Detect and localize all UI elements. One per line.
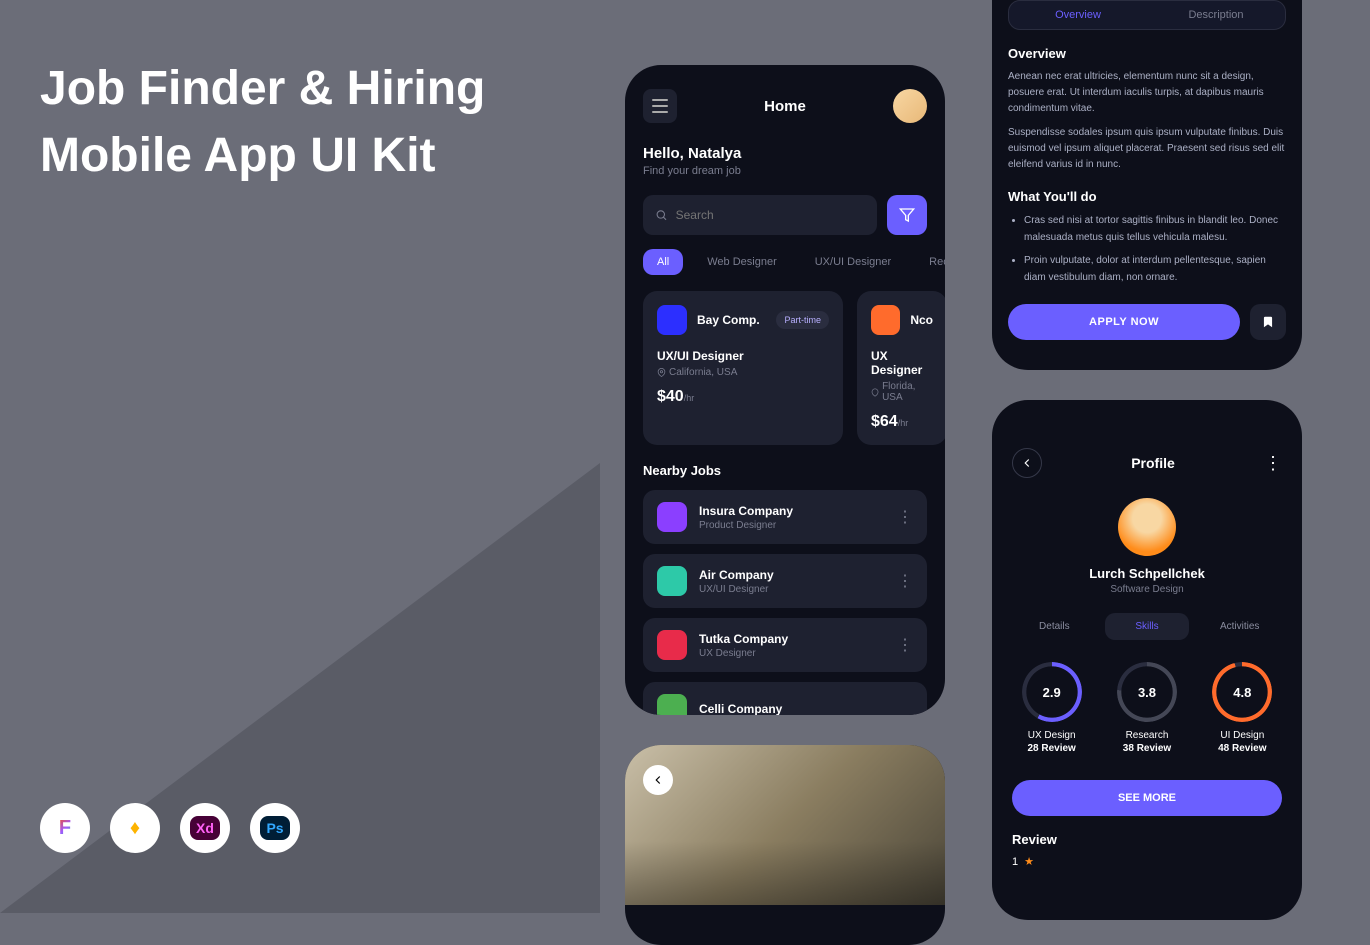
chip-uxui[interactable]: UX/UI Designer: [801, 249, 905, 275]
page-title: Profile: [1131, 455, 1175, 471]
figma-icon: F: [40, 803, 90, 853]
company-logo-icon: [657, 305, 687, 335]
job-list-item[interactable]: Tutka Company UX Designer ⋮: [643, 618, 927, 672]
greeting-text: Hello, Natalya: [643, 145, 927, 162]
job-title: UX/UI Designer: [657, 349, 829, 363]
skill-review: 48 Review: [1212, 743, 1272, 754]
skill-item: 2.9 UX Design 28 Review: [1022, 662, 1082, 754]
star-icon: ★: [1024, 855, 1034, 868]
company-name: Tutka Company: [699, 632, 885, 646]
bookmark-icon: [1261, 315, 1275, 329]
profile-role: Software Design: [992, 584, 1302, 595]
skill-review: 38 Review: [1117, 743, 1177, 754]
overview-screen: Overview Description Overview Aenean nec…: [992, 0, 1302, 370]
filter-icon: [899, 207, 915, 223]
skill-review: 28 Review: [1022, 743, 1082, 754]
apply-button[interactable]: APPLY NOW: [1008, 304, 1240, 340]
skill-name: Research: [1117, 730, 1177, 741]
photoshop-icon: Ps: [250, 803, 300, 853]
location-icon: [871, 388, 879, 397]
location-icon: [657, 368, 666, 377]
tab-overview[interactable]: Overview: [1009, 1, 1147, 29]
company-name: Celli Company: [699, 702, 913, 715]
detail-image-screen: [625, 745, 945, 945]
chip-web[interactable]: Web Designer: [693, 249, 791, 275]
profile-name: Lurch Schpellchek: [992, 566, 1302, 581]
skill-ring: 4.8: [1212, 662, 1272, 722]
chip-all[interactable]: All: [643, 249, 683, 275]
tab-description[interactable]: Description: [1147, 1, 1285, 29]
page-heading: Job Finder & Hiring Mobile App UI Kit: [40, 55, 485, 189]
design-tool-icons: F ♦ Xd Ps: [40, 803, 300, 853]
company-logo-icon: [657, 566, 687, 596]
skill-item: 4.8 UI Design 48 Review: [1212, 662, 1272, 754]
job-location: California, USA: [657, 367, 829, 378]
job-price: $64/hr: [871, 413, 933, 431]
xd-icon: Xd: [180, 803, 230, 853]
job-role: UX/UI Designer: [699, 584, 885, 595]
profile-screen: Profile ⋮ Lurch Schpellchek Software Des…: [992, 400, 1302, 920]
office-image: [625, 745, 945, 905]
bookmark-button[interactable]: [1250, 304, 1286, 340]
more-icon[interactable]: ⋮: [897, 571, 913, 591]
profile-avatar[interactable]: [1118, 498, 1176, 556]
company-logo-icon: [657, 502, 687, 532]
company-logo-icon: [871, 305, 900, 335]
more-button[interactable]: ⋮: [1264, 453, 1282, 474]
review-rating: 1★: [992, 847, 1302, 868]
arrow-left-icon: [651, 773, 665, 787]
bullet-item: Cras sed nisi at tortor sagittis finibus…: [1024, 212, 1286, 246]
more-icon[interactable]: ⋮: [897, 507, 913, 527]
home-screen: Home Hello, Natalya Find your dream job …: [625, 65, 945, 715]
sketch-icon: ♦: [110, 803, 160, 853]
tab-details[interactable]: Details: [1012, 613, 1097, 640]
back-button[interactable]: [643, 765, 673, 795]
user-avatar[interactable]: [893, 89, 927, 123]
company-name: Air Company: [699, 568, 885, 582]
menu-button[interactable]: [643, 89, 677, 123]
job-type-badge: Part-time: [776, 311, 829, 329]
overview-text: Aenean nec erat ultricies, elementum nun…: [1008, 69, 1286, 117]
job-role: UX Designer: [699, 648, 885, 659]
whatyoudo-title: What You'll do: [1008, 189, 1286, 204]
more-icon[interactable]: ⋮: [897, 635, 913, 655]
chip-recomm[interactable]: Recomm: [915, 249, 945, 275]
skill-ring: 3.8: [1117, 662, 1177, 722]
skill-name: UI Design: [1212, 730, 1272, 741]
search-icon: [655, 208, 668, 222]
page-title: Home: [764, 98, 806, 115]
greeting-subtitle: Find your dream job: [643, 165, 927, 177]
overview-section-title: Overview: [1008, 46, 1286, 61]
bullet-item: Proin vulputate, dolor at interdum pelle…: [1024, 252, 1286, 286]
skill-ring: 2.9: [1022, 662, 1082, 722]
job-list-item[interactable]: Celli Company: [643, 682, 927, 715]
company-logo-icon: [657, 694, 687, 715]
company-name: Bay Comp.: [697, 313, 766, 327]
arrow-left-icon: [1020, 456, 1034, 470]
tab-activities[interactable]: Activities: [1197, 613, 1282, 640]
job-location: Florida, USA: [871, 381, 933, 403]
see-more-button[interactable]: SEE MORE: [1012, 780, 1282, 816]
review-section-title: Review: [992, 832, 1302, 847]
filter-button[interactable]: [887, 195, 927, 235]
nearby-jobs-title: Nearby Jobs: [625, 463, 945, 490]
job-card[interactable]: Bay Comp. Part-time UX/UI Designer Calif…: [643, 291, 843, 445]
job-card[interactable]: Nco UX Designer Florida, USA $64/hr: [857, 291, 945, 445]
job-role: Product Designer: [699, 520, 885, 531]
search-input[interactable]: [676, 208, 865, 222]
skill-name: UX Design: [1022, 730, 1082, 741]
company-name: Nco: [910, 313, 933, 327]
company-logo-icon: [657, 630, 687, 660]
job-price: $40/hr: [657, 388, 829, 406]
tab-skills[interactable]: Skills: [1105, 613, 1190, 640]
skill-item: 3.8 Research 38 Review: [1117, 662, 1177, 754]
back-button[interactable]: [1012, 448, 1042, 478]
job-title: UX Designer: [871, 349, 933, 377]
job-list-item[interactable]: Air Company UX/UI Designer ⋮: [643, 554, 927, 608]
overview-text: Suspendisse sodales ipsum quis ipsum vul…: [1008, 125, 1286, 173]
company-name: Insura Company: [699, 504, 885, 518]
job-list-item[interactable]: Insura Company Product Designer ⋮: [643, 490, 927, 544]
search-input-wrapper[interactable]: [643, 195, 877, 235]
